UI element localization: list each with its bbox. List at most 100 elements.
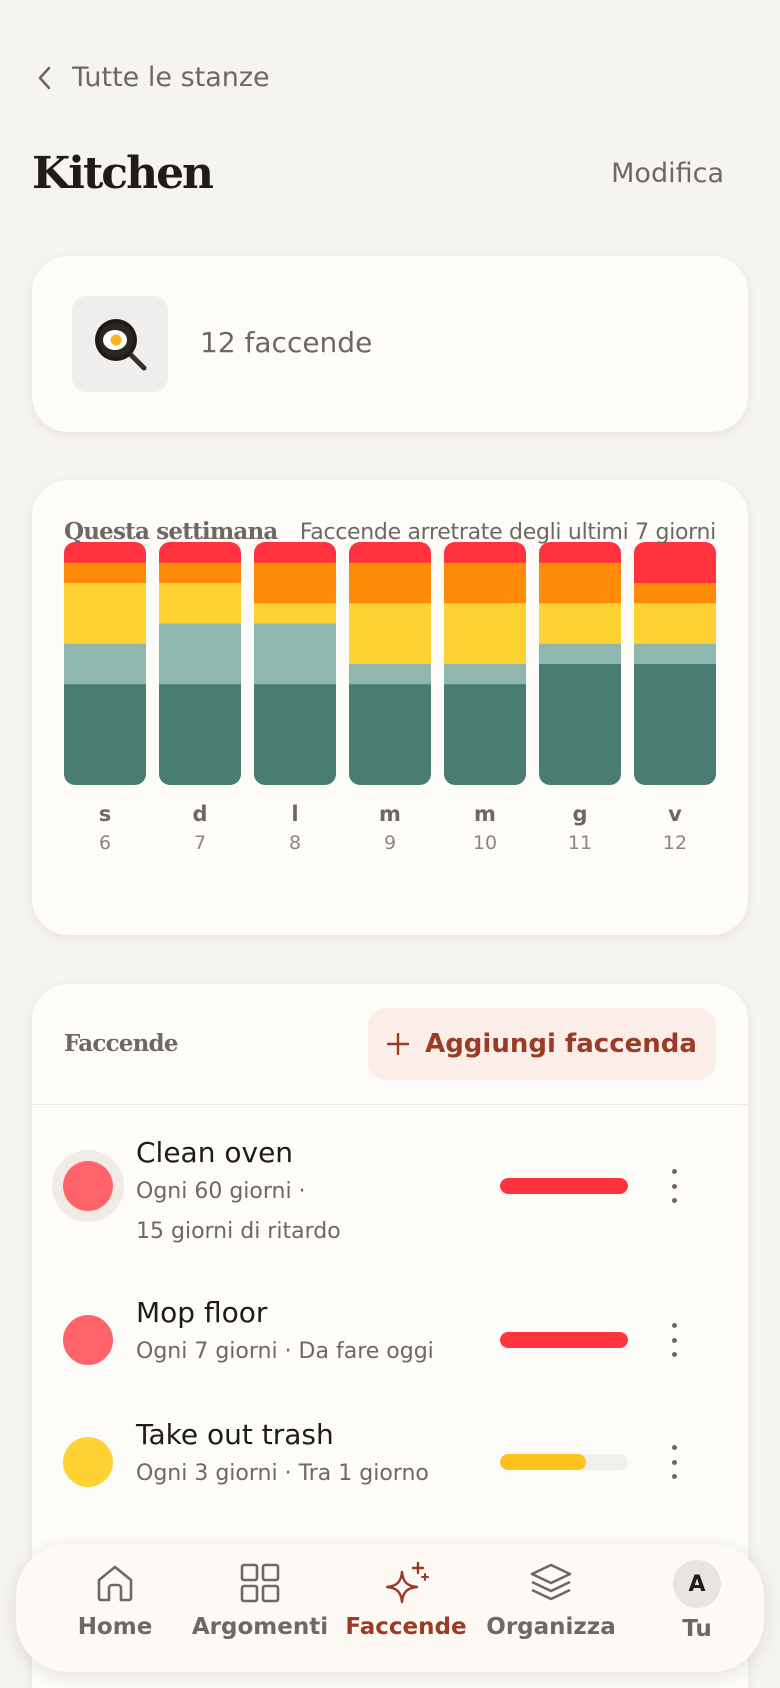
bottom-navigation: Home Argomenti Faccende Organizza A Tu (16, 1544, 764, 1672)
chore-row[interactable]: Clean oven Ogni 60 giorni · 15 giorni di… (32, 1134, 748, 1254)
room-summary-card: 12 faccende (32, 256, 748, 432)
chore-count: 12 faccende (200, 326, 373, 359)
chart-date-label: 11 (568, 832, 592, 854)
chart-bar-segment (444, 683, 526, 785)
chore-name: Clean oven (136, 1136, 294, 1169)
more-options-icon[interactable] (668, 1445, 680, 1479)
chart-bar-stack (254, 542, 336, 785)
status-dot-fill (63, 1161, 113, 1211)
back-label: Tutte le stanze (72, 62, 270, 93)
chart-day-label: l (291, 802, 298, 826)
nav-organize-label: Organizza (486, 1614, 616, 1640)
chart-bar-segment (254, 542, 336, 563)
chart-bar-segment (159, 582, 241, 624)
nav-chores[interactable]: Faccende (333, 1560, 479, 1656)
chore-row[interactable]: Mop floor Ogni 7 giorni · Da fare oggi (32, 1296, 748, 1386)
chart-bar-segment (349, 683, 431, 785)
status-dot-fill (63, 1315, 113, 1365)
chart-date-label: 7 (194, 832, 206, 854)
nav-home[interactable]: Home (42, 1560, 188, 1656)
chart-bar-stack (444, 542, 526, 785)
chart-bar-segment (64, 562, 146, 583)
add-chore-label: Aggiungi faccenda (425, 1029, 697, 1059)
chart-bar-segment (159, 623, 241, 685)
chart-bar-segment (444, 602, 526, 664)
chevron-left-icon (38, 66, 51, 89)
chart-date-label: 9 (384, 832, 396, 854)
week-subtitle: Faccende arretrate degli ultimi 7 giorni (299, 520, 716, 545)
chart-bar-segment (539, 643, 621, 664)
chart-bar-stack (634, 542, 716, 785)
progress-bar (500, 1454, 628, 1470)
chart-bar-segment (64, 683, 146, 785)
week-title: Questa settimana (64, 518, 278, 545)
chart-date-label: 8 (289, 832, 301, 854)
chart-date-label: 10 (473, 832, 497, 854)
progress-bar (500, 1178, 628, 1194)
page-title: Kitchen (32, 148, 214, 199)
chart-bar-segment (64, 643, 146, 685)
chart-day-label: m (379, 802, 401, 826)
status-dot-fill (63, 1437, 113, 1487)
nav-chores-label: Faccende (345, 1614, 467, 1640)
chart-bar-stack (349, 542, 431, 785)
chart-bar-stack (159, 542, 241, 785)
chart-day-label: d (192, 802, 207, 826)
chart-bar-segment (539, 663, 621, 785)
chore-row[interactable]: Take out trash Ogni 3 giorni · Tra 1 gio… (32, 1418, 748, 1508)
divider (32, 1104, 748, 1105)
chart-bar-segment (349, 562, 431, 604)
chart-bar-segment (634, 663, 716, 785)
home-icon (97, 1565, 133, 1602)
chart-bar-segment (349, 542, 431, 563)
nav-home-label: Home (77, 1614, 153, 1640)
nav-organize[interactable]: Organizza (478, 1560, 624, 1656)
chart-bar-stack (64, 542, 146, 785)
status-dot (52, 1426, 124, 1498)
back-link[interactable]: Tutte le stanze (36, 62, 270, 93)
chart-bar-segment (349, 602, 431, 664)
chart-bar-segment (444, 542, 526, 563)
grid-icon (240, 1563, 280, 1603)
status-dot (52, 1150, 124, 1222)
chore-due: 15 giorni di ritardo (136, 1219, 341, 1244)
chart-bar-segment (159, 542, 241, 563)
weekly-overdue-chart: s 6 d 7 l 8 m 9 m 10 g 11 v 12 (64, 542, 716, 854)
chart-bar-segment (634, 542, 716, 583)
chart-bar-segment (444, 562, 526, 604)
chart-bar-segment (444, 663, 526, 685)
chore-name: Take out trash (136, 1418, 334, 1451)
chart-bar-stack (539, 542, 621, 785)
more-options-icon[interactable] (668, 1323, 680, 1357)
status-dot (52, 1304, 124, 1376)
chart-bar-segment (349, 663, 431, 685)
nav-topics-label: Argomenti (191, 1614, 329, 1640)
chart-date-label: 12 (663, 832, 687, 854)
chart-bar-segment (539, 542, 621, 563)
chart-bar-segment (254, 683, 336, 785)
chart-bar-segment (64, 542, 146, 563)
layers-icon (530, 1563, 572, 1601)
chore-frequency: Ogni 60 giorni · (136, 1179, 306, 1204)
chart-bar-segment (634, 643, 716, 664)
chart-date-label: 6 (99, 832, 111, 854)
nav-topics[interactable]: Argomenti (187, 1560, 333, 1656)
sparkle-icon (385, 1561, 429, 1604)
add-chore-button[interactable]: Aggiungi faccenda (368, 1008, 716, 1080)
edit-button[interactable]: Modifica (611, 158, 724, 189)
nav-profile-label: Tu (682, 1616, 712, 1642)
chart-day-label: m (474, 802, 496, 826)
more-options-icon[interactable] (668, 1169, 680, 1203)
chart-bar-segment (539, 602, 621, 644)
nav-profile[interactable]: A Tu (624, 1560, 770, 1656)
chore-frequency: Ogni 7 giorni · Da fare oggi (136, 1339, 434, 1364)
chore-name: Mop floor (136, 1296, 268, 1329)
chores-section-title: Faccende (64, 1030, 178, 1057)
chart-bar-segment (539, 562, 621, 604)
weekly-overdue-card: s 6 d 7 l 8 m 9 m 10 g 11 v 12 Questa settimana Facce… (32, 480, 748, 935)
chart-bar-segment (159, 562, 241, 583)
frying-pan-egg-icon (72, 296, 168, 392)
avatar: A (673, 1560, 721, 1608)
chart-bar-segment (64, 582, 146, 644)
chart-bar-segment (254, 562, 336, 604)
